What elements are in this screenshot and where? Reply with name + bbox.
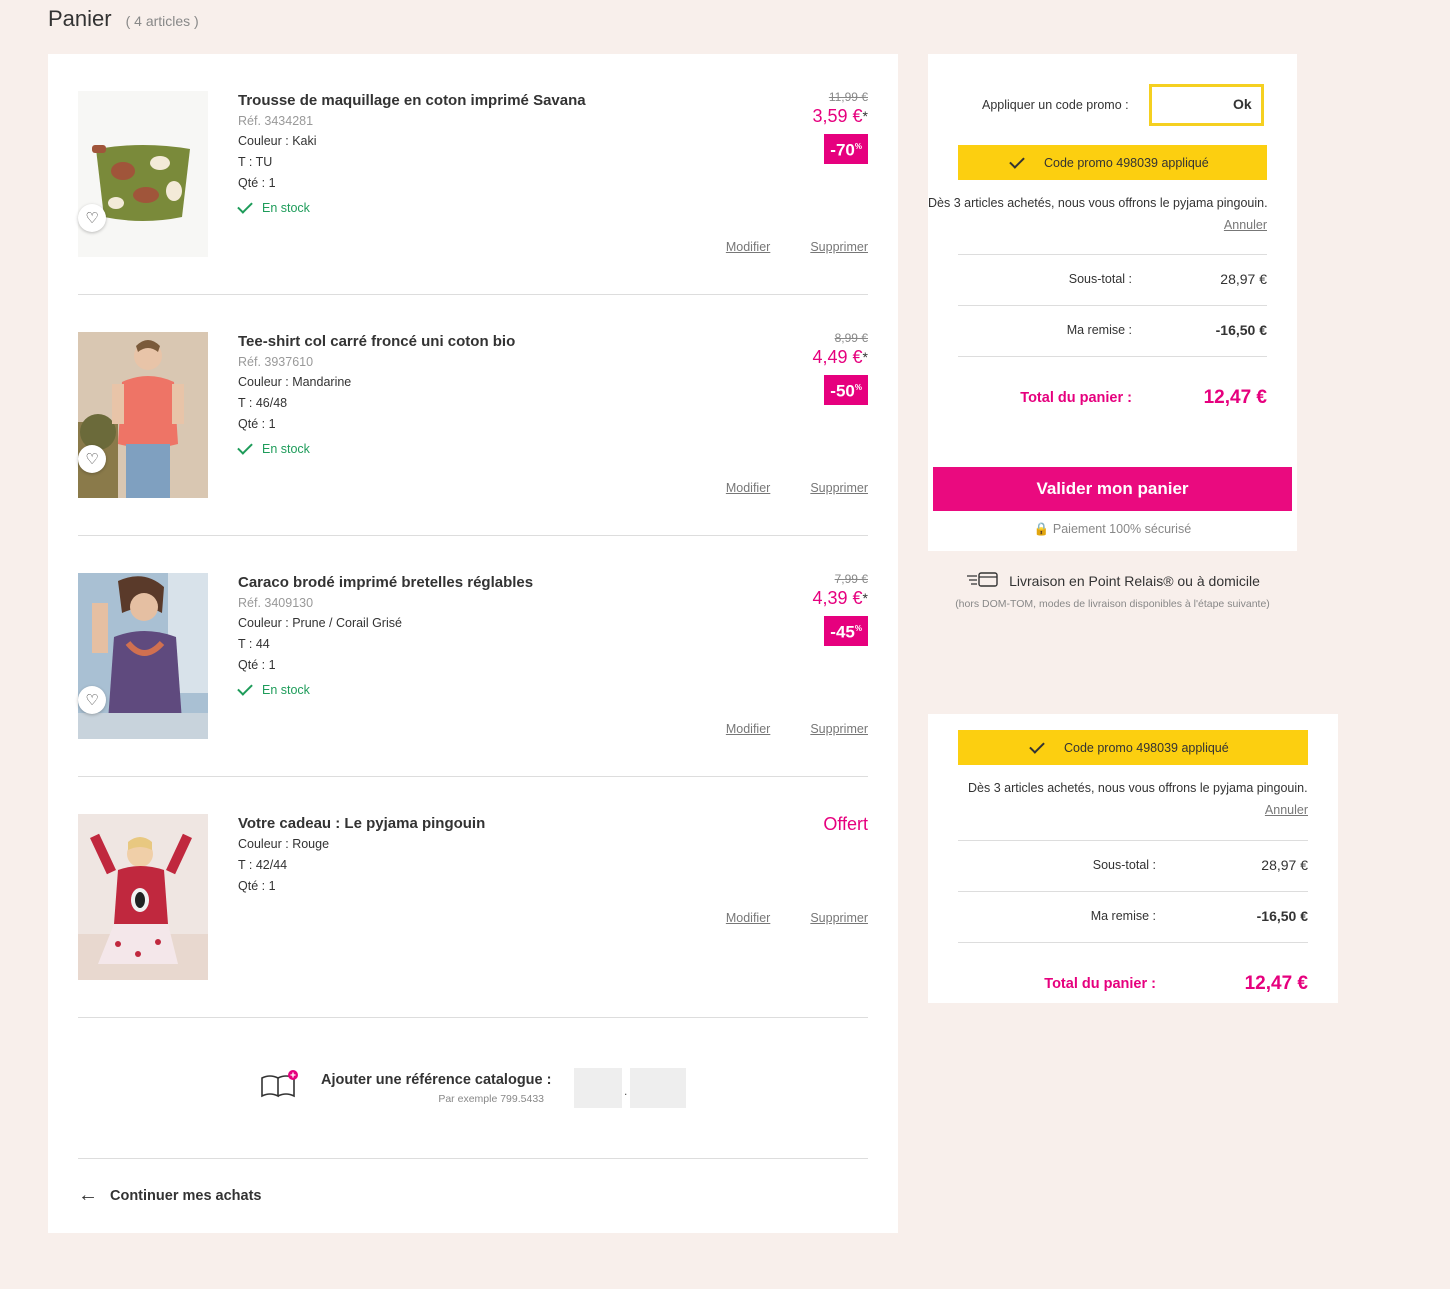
secure-payment: 🔒 Paiement 100% sécurisé: [1033, 522, 1192, 536]
check-icon: [237, 439, 253, 455]
validate-cart-button[interactable]: Valider mon panier: [933, 467, 1292, 511]
order-summary: Appliquer un code promo : Ok Code promo …: [928, 54, 1297, 551]
product-qty: Qté : 1: [238, 658, 276, 672]
price-block: 11,99 € 3,59 €* -70%: [812, 90, 869, 164]
item-count: ( 4 articles ): [125, 13, 199, 29]
price-block: 8,99 € 4,49 €* -50%: [812, 331, 869, 405]
modify-link[interactable]: Modifier: [726, 911, 770, 925]
cart-panel: ♡ Trousse de maquillage en coton imprimé…: [48, 54, 898, 1233]
continue-shopping-link[interactable]: ← Continuer mes achats: [78, 1184, 262, 1207]
discount-row: Ma remise : -16,50 €: [958, 891, 1308, 942]
catalog-book-icon: [260, 1070, 298, 1105]
total-row: Total du panier : 12,47 €: [958, 356, 1267, 416]
cart-item: ♡ Tee-shirt col carré froncé uni coton b…: [78, 295, 868, 536]
stock-status: En stock: [237, 198, 678, 215]
subtotal-row: Sous-total : 28,97 €: [958, 840, 1308, 891]
check-icon: [1009, 152, 1025, 169]
product-name[interactable]: Tee-shirt col carré froncé uni coton bio: [238, 332, 678, 352]
subtotal-row: Sous-total : 28,97 €: [958, 254, 1267, 305]
modify-link[interactable]: Modifier: [726, 240, 770, 254]
order-summary-sticky: Code promo 498039 appliqué Dès 3 article…: [928, 714, 1338, 1003]
product-size: T : 42/44: [238, 858, 288, 872]
cancel-promo-link[interactable]: Annuler: [1265, 803, 1308, 817]
delete-link[interactable]: Supprimer: [810, 722, 868, 736]
product-image[interactable]: [78, 814, 208, 980]
page-title: Panier: [48, 6, 112, 31]
delete-link[interactable]: Supprimer: [810, 911, 868, 925]
stock-status: En stock: [237, 680, 678, 697]
favorite-heart-icon[interactable]: ♡: [78, 204, 106, 232]
product-color: Couleur : Mandarine: [238, 375, 352, 389]
product-ref: Réf. 3937610: [238, 355, 314, 369]
promo-code-row: Appliquer un code promo : Ok: [982, 84, 1264, 126]
catalog-ref-part1-input[interactable]: [574, 1068, 622, 1108]
old-price: 8,99 €: [834, 331, 868, 345]
catalog-ref-part2-input[interactable]: [630, 1068, 686, 1108]
discount-row: Ma remise : -16,50 €: [958, 305, 1267, 356]
stock-status: En stock: [237, 439, 678, 456]
product-color: Couleur : Kaki: [238, 134, 317, 148]
product-image[interactable]: [78, 332, 208, 498]
promo-applied-banner: Code promo 498039 appliqué: [958, 730, 1308, 765]
discount-badge: -70%: [824, 134, 868, 164]
promo-ok-button[interactable]: Ok: [1233, 96, 1252, 112]
delivery-subtext: (hors DOM-TOM, modes de livraison dispon…: [955, 598, 1270, 610]
modify-link[interactable]: Modifier: [726, 722, 770, 736]
check-icon: [237, 680, 253, 696]
catalog-hint: Par exemple 799.5433: [438, 1093, 544, 1105]
product-ref: Réf. 3434281: [238, 114, 314, 128]
product-image[interactable]: [78, 91, 208, 257]
offer-text: Dès 3 articles achetés, nous vous offron…: [928, 196, 1268, 210]
lock-icon: 🔒: [1033, 522, 1050, 536]
cart-item: ♡ Trousse de maquillage en coton imprimé…: [78, 54, 868, 295]
offered-label: Offert: [823, 814, 868, 834]
catalog-separator: .: [624, 1084, 628, 1098]
arrow-left-icon: ←: [78, 1184, 98, 1206]
delete-link[interactable]: Supprimer: [810, 240, 868, 254]
cart-item: ♡ Caraco brodé imprimé bretelles réglabl…: [78, 536, 868, 777]
promo-applied-banner: Code promo 498039 appliqué: [958, 145, 1267, 180]
product-qty: Qté : 1: [238, 176, 276, 190]
product-color: Couleur : Prune / Corail Grisé: [238, 616, 402, 630]
discount-badge: -50%: [824, 375, 868, 405]
modify-link[interactable]: Modifier: [726, 481, 770, 495]
promo-label: Appliquer un code promo :: [982, 98, 1129, 112]
page-header: Panier ( 4 articles ): [48, 6, 199, 32]
old-price: 11,99 €: [828, 90, 868, 104]
promo-code-input[interactable]: Ok: [1148, 84, 1264, 126]
continue-shopping-label: Continuer mes achats: [110, 1187, 262, 1204]
product-color: Couleur : Rouge: [238, 837, 330, 851]
favorite-heart-icon[interactable]: ♡: [78, 445, 106, 473]
check-icon: [237, 198, 253, 214]
cancel-promo-link[interactable]: Annuler: [1224, 218, 1267, 232]
offer-text: Dès 3 articles achetés, nous vous offron…: [968, 781, 1308, 795]
product-size: T : 46/48: [238, 396, 288, 410]
total-row: Total du panier : 12,47 €: [958, 942, 1308, 1002]
delivery-truck-icon: [965, 570, 1001, 591]
delivery-info: Livraison en Point Relais® ou à domicile…: [928, 570, 1297, 610]
new-price: 4,39 €*: [812, 588, 869, 608]
product-qty: Qté : 1: [238, 879, 276, 893]
discount-badge: -45%: [824, 616, 868, 646]
product-name[interactable]: Caraco brodé imprimé bretelles réglables: [238, 573, 678, 593]
price-block: Offert: [823, 812, 868, 836]
product-qty: Qté : 1: [238, 417, 276, 431]
product-size: T : TU: [238, 155, 273, 169]
new-price: 3,59 €*: [812, 106, 869, 126]
product-ref: Réf. 3409130: [238, 596, 314, 610]
product-name[interactable]: Votre cadeau : Le pyjama pingouin: [238, 814, 678, 834]
favorite-heart-icon[interactable]: ♡: [78, 686, 106, 714]
price-block: 7,99 € 4,39 €* -45%: [812, 572, 869, 646]
check-icon: [1029, 737, 1045, 754]
delivery-label: Livraison en Point Relais® ou à domicile: [1009, 572, 1260, 589]
catalog-label: Ajouter une référence catalogue :: [321, 1072, 552, 1088]
cart-item-gift: Votre cadeau : Le pyjama pingouin Couleu…: [78, 777, 868, 1018]
product-name[interactable]: Trousse de maquillage en coton imprimé S…: [238, 91, 678, 111]
old-price: 7,99 €: [834, 572, 868, 586]
catalog-reference-section: Ajouter une référence catalogue : Par ex…: [78, 1017, 868, 1159]
product-size: T : 44: [238, 637, 270, 651]
product-image[interactable]: [78, 573, 208, 739]
delete-link[interactable]: Supprimer: [810, 481, 868, 495]
new-price: 4,49 €*: [812, 347, 869, 367]
